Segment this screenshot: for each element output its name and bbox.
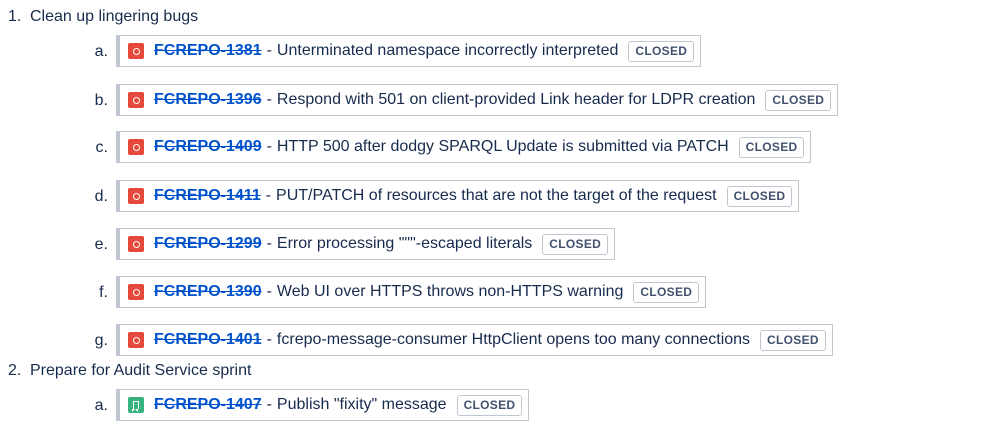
bug-icon <box>128 284 144 300</box>
bug-icon <box>128 188 144 204</box>
issue-key-link[interactable]: FCREPO-1381 <box>154 42 262 60</box>
bug-icon <box>128 92 144 108</box>
status-badge: CLOSED <box>765 89 832 111</box>
status-badge: CLOSED <box>628 40 695 62</box>
jira-issue-macro: FCREPO-1299 - Error processing """-escap… <box>116 228 616 260</box>
sub-letter: a. <box>94 43 108 60</box>
jira-issue-macro: FCREPO-1411 - PUT/PATCH of resources tha… <box>116 180 800 212</box>
issue-summary: Error processing """-escaped literals <box>276 235 533 252</box>
item-2: 2. Prepare for Audit Service sprint <box>8 360 251 382</box>
bug-icon <box>128 139 144 155</box>
issue-key-link[interactable]: FCREPO-1396 <box>154 91 262 109</box>
jira-issue-macro: FCREPO-1401 - fcrepo-message-consumer Ht… <box>116 324 833 356</box>
issue-summary: HTTP 500 after dodgy SPARQL Update is su… <box>276 138 729 155</box>
bug-icon <box>128 236 144 252</box>
issue-key-link[interactable]: FCREPO-1390 <box>154 283 262 301</box>
bug-icon <box>128 332 144 348</box>
status-badge: CLOSED <box>456 394 523 416</box>
issue-key-link[interactable]: FCREPO-1401 <box>154 331 262 349</box>
status-badge: CLOSED <box>738 136 805 158</box>
issue-summary: Web UI over HTTPS throws non-HTTPS warni… <box>276 283 624 300</box>
item-title: Prepare for Audit Service sprint <box>30 362 252 379</box>
status-badge: CLOSED <box>760 329 826 351</box>
jira-issue-macro: FCREPO-1396 - Respond with 501 on client… <box>116 84 839 116</box>
item-title: Clean up lingering bugs <box>30 8 199 25</box>
status-badge: CLOSED <box>542 233 609 255</box>
issue-key-link[interactable]: FCREPO-1407 <box>154 396 262 414</box>
jira-issue-macro: FCREPO-1407 - Publish "fixity" message C… <box>116 389 530 421</box>
sub-letter: g. <box>94 332 108 349</box>
sub-letter: c. <box>95 139 108 156</box>
sub-letter: e. <box>94 236 108 253</box>
issue-summary: Unterminated namespace incorrectly inter… <box>276 42 619 59</box>
issue-summary: fcrepo-message-consumer HttpClient opens… <box>276 331 751 348</box>
issue-key-link[interactable]: FCREPO-1411 <box>154 187 261 205</box>
status-badge: CLOSED <box>633 281 700 303</box>
issue-summary: Publish "fixity" message <box>276 396 447 413</box>
issue-summary: PUT/PATCH of resources that are not the … <box>276 187 717 204</box>
status-badge: CLOSED <box>726 185 793 207</box>
bug-icon <box>128 43 144 59</box>
item-number: 2. <box>8 362 22 379</box>
issue-key-link[interactable]: FCREPO-1409 <box>154 138 262 156</box>
sub-letter: d. <box>94 188 108 205</box>
sub-letter: a. <box>94 397 108 414</box>
sub-letter: f. <box>99 284 108 301</box>
item-1: 1. Clean up lingering bugs <box>8 6 198 28</box>
story-icon <box>128 397 144 413</box>
item-number: 1. <box>8 8 22 25</box>
issue-key-link[interactable]: FCREPO-1299 <box>154 235 262 253</box>
sub-letter: b. <box>94 92 108 109</box>
issue-summary: Respond with 501 on client-provided Link… <box>276 91 756 108</box>
jira-issue-macro: FCREPO-1390 - Web UI over HTTPS throws n… <box>116 276 707 308</box>
jira-issue-macro: FCREPO-1409 - HTTP 500 after dodgy SPARQ… <box>116 131 812 163</box>
jira-issue-macro: FCREPO-1381 - Unterminated namespace inc… <box>116 35 702 67</box>
